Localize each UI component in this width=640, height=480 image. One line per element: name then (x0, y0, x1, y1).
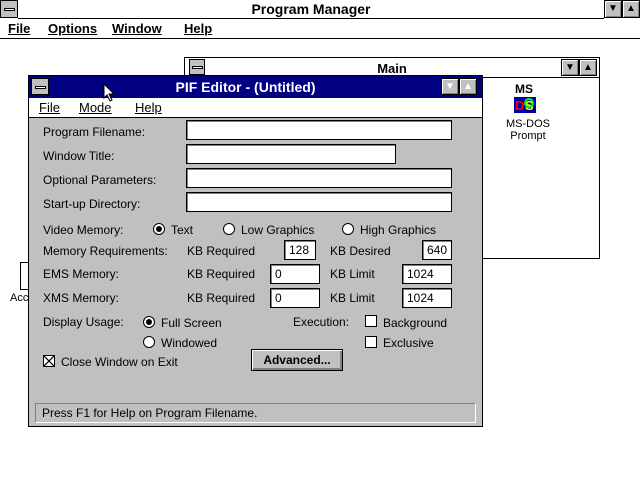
xms-kb-limit-field[interactable]: 1024 (402, 288, 452, 308)
memory-kb-desired-label: KB Desired (330, 244, 391, 258)
pif-title-bar[interactable]: PIF Editor - (Untitled) ▼ ▲ (29, 76, 482, 99)
video-high-graphics-label[interactable]: High Graphics (360, 223, 436, 237)
xms-kb-required-label: KB Required (187, 291, 256, 305)
display-full-screen-radio[interactable] (143, 316, 155, 328)
pm-menu-options[interactable]: Options (48, 19, 97, 38)
optional-parameters-field[interactable] (186, 168, 452, 188)
display-full-screen-label[interactable]: Full Screen (161, 316, 222, 330)
pm-minimize-arrow-icon[interactable]: ▼ (604, 0, 622, 18)
execution-label: Execution: (293, 315, 350, 329)
pm-maximize-arrow-icon[interactable]: ▲ (622, 0, 640, 18)
main-title: Main (377, 61, 407, 76)
video-memory-label: Video Memory: (43, 223, 124, 237)
close-window-on-exit-label[interactable]: Close Window on Exit (61, 355, 178, 369)
program-filename-label: Program Filename: (43, 125, 146, 139)
pif-minimize-arrow-icon[interactable]: ▼ (441, 78, 459, 95)
pif-editor-window[interactable]: PIF Editor - (Untitled) ▼ ▲ File Mode He… (28, 75, 483, 427)
video-text-label[interactable]: Text (171, 223, 193, 237)
msdos-prompt-label: MS-DOS Prompt (506, 118, 550, 142)
memory-kb-required-label: KB Required (187, 244, 256, 258)
main-minimize-arrow-icon[interactable]: ▼ (561, 59, 579, 76)
background-checkbox[interactable] (365, 315, 377, 327)
pm-menu-help[interactable]: Help (184, 19, 212, 38)
pif-menu-help[interactable]: Help (135, 98, 162, 117)
display-usage-label: Display Usage: (43, 315, 124, 329)
window-title-field[interactable] (186, 144, 396, 164)
display-windowed-label[interactable]: Windowed (161, 336, 217, 350)
svg-text:D: D (515, 98, 524, 113)
optional-parameters-label: Optional Parameters: (43, 173, 157, 187)
msdos-prompt-icon[interactable]: MS D S (511, 82, 545, 116)
video-text-radio[interactable] (153, 223, 165, 235)
checkmark-x-icon (43, 355, 55, 367)
status-bar: Press F1 for Help on Program Filename. (35, 403, 476, 423)
pif-menu-file[interactable]: File (39, 98, 60, 117)
video-high-graphics-radio[interactable] (342, 223, 354, 235)
close-window-on-exit-checkbox[interactable] (43, 355, 55, 367)
pif-body: Program Filename: Window Title: Optional… (29, 118, 482, 426)
startup-directory-field[interactable] (186, 192, 452, 212)
pm-menu-window[interactable]: Window (112, 19, 162, 38)
main-maximize-arrow-icon[interactable]: ▲ (579, 59, 597, 76)
advanced-button[interactable]: Advanced... (251, 349, 343, 371)
pif-maximize-arrow-icon[interactable]: ▲ (459, 78, 477, 95)
pm-title-bar: Program Manager (18, 0, 604, 19)
pif-system-menu-icon[interactable] (31, 78, 49, 95)
window-title-label: Window Title: (43, 149, 115, 163)
ems-kb-required-field[interactable]: 0 (270, 264, 320, 284)
pm-title: Program Manager (251, 1, 371, 17)
video-low-graphics-label[interactable]: Low Graphics (241, 223, 314, 237)
mouse-pointer-icon (103, 83, 116, 102)
program-filename-field[interactable] (186, 120, 452, 140)
memory-kb-required-field[interactable]: 128 (284, 240, 316, 260)
exclusive-checkbox[interactable] (365, 336, 377, 348)
memory-kb-desired-field[interactable]: 640 (422, 240, 452, 260)
ems-memory-label: EMS Memory: (43, 267, 120, 281)
display-windowed-radio[interactable] (143, 336, 155, 348)
pif-menu-bar: File Mode Help (29, 98, 482, 118)
xms-kb-required-field[interactable]: 0 (270, 288, 320, 308)
pm-menu-bar: File Options Window Help (0, 19, 640, 39)
background-label[interactable]: Background (383, 316, 447, 330)
startup-directory-label: Start-up Directory: (43, 197, 141, 211)
xms-memory-label: XMS Memory: (43, 291, 120, 305)
svg-text:MS: MS (515, 82, 533, 96)
ems-kb-limit-label: KB Limit (330, 267, 375, 281)
exclusive-label[interactable]: Exclusive (383, 336, 434, 350)
memory-requirements-label: Memory Requirements: (43, 244, 168, 258)
accessories-group-label: Acc (10, 292, 29, 304)
pm-menu-file[interactable]: File (8, 19, 30, 38)
pm-system-menu-icon[interactable] (0, 0, 18, 18)
xms-kb-limit-label: KB Limit (330, 291, 375, 305)
video-low-graphics-radio[interactable] (223, 223, 235, 235)
ems-kb-limit-field[interactable]: 1024 (402, 264, 452, 284)
ems-kb-required-label: KB Required (187, 267, 256, 281)
main-system-menu-icon[interactable] (189, 59, 205, 75)
